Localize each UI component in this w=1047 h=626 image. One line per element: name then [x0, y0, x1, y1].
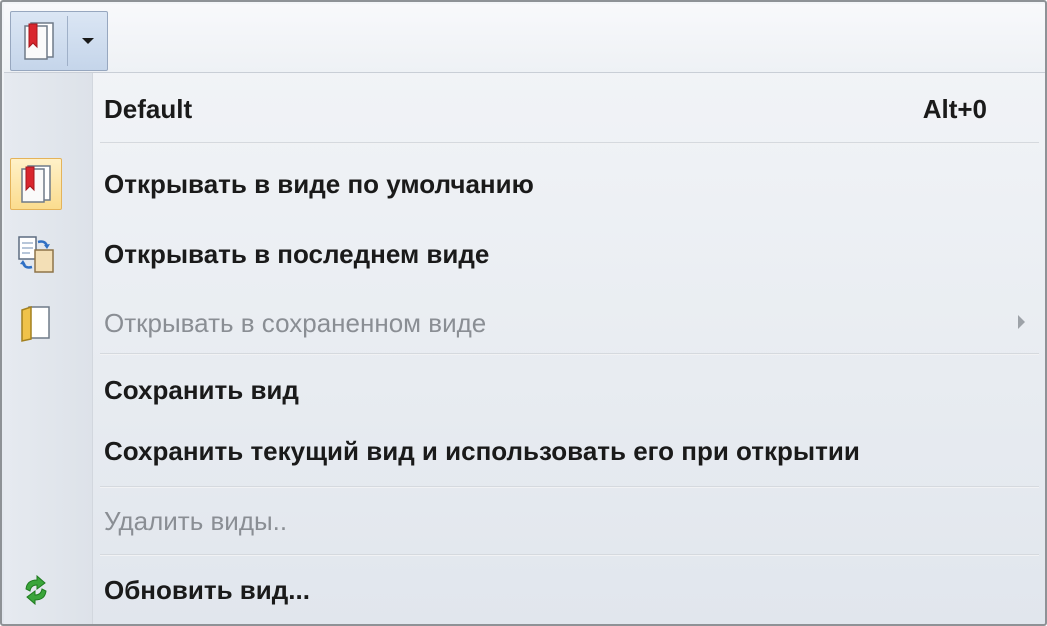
view-dropdown-menu: Default Alt+0 Открывать в виде по умолча… [4, 73, 1045, 624]
view-menu-window: Default Alt+0 Открывать в виде по умолча… [0, 0, 1047, 626]
bookmark-view-icon [24, 22, 54, 60]
shortcut-label: Alt+0 [922, 94, 987, 124]
menu-item-save-current-view[interactable]: Сохранить текущий вид и использовать его… [4, 423, 1045, 479]
last-view-icon [10, 228, 62, 280]
refresh-icon [10, 564, 62, 616]
menu-item-label: Сохранить вид [104, 375, 299, 405]
view-button[interactable] [11, 12, 67, 70]
chevron-down-icon [81, 38, 94, 44]
menu-item-label: Default [104, 94, 193, 124]
saved-view-icon [10, 297, 62, 349]
menu-item-default[interactable]: Default Alt+0 [4, 81, 1045, 137]
menu-item-label: Открывать в виде по умолчанию [104, 169, 534, 199]
menu-item-save-view[interactable]: Сохранить вид [4, 362, 1045, 418]
menu-item-label: Открывать в сохраненном виде [104, 308, 487, 338]
menu-item-label: Открывать в последнем виде [104, 239, 490, 269]
menu-separator [100, 486, 1039, 488]
menu-item-label: Удалить виды.. [104, 506, 288, 536]
menu-separator [100, 142, 1039, 144]
view-dropdown-arrow[interactable] [68, 12, 107, 70]
menu-item-delete-views: Удалить виды.. [4, 493, 1045, 549]
menu-item-open-default-view[interactable]: Открывать в виде по умолчанию [4, 156, 1045, 212]
menu-item-refresh-view[interactable]: Обновить вид... [4, 562, 1045, 618]
menu-item-label: Сохранить текущий вид и использовать его… [104, 436, 860, 466]
menu-item-open-saved-view: Открывать в сохраненном виде [4, 295, 1045, 351]
submenu-arrow-icon [1018, 315, 1025, 329]
menu-item-label: Обновить вид... [104, 575, 310, 605]
menu-item-open-last-view[interactable]: Открывать в последнем виде [4, 226, 1045, 282]
bookmark-view-icon [10, 158, 62, 210]
menu-separator [100, 554, 1039, 556]
toolbar [4, 4, 1045, 73]
view-split-button[interactable] [10, 11, 108, 71]
menu-separator [100, 353, 1039, 355]
